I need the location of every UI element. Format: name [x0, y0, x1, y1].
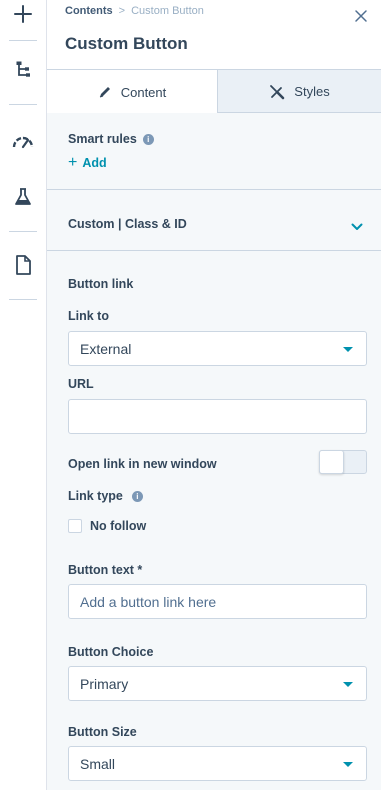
accordion-label: Custom | Class & ID: [68, 217, 187, 231]
add-icon[interactable]: [11, 2, 35, 26]
chevron-down-icon: [351, 218, 363, 236]
smart-rules-label: Smart rules i: [68, 132, 154, 146]
left-rail: [0, 0, 47, 790]
brush-icon: [270, 84, 285, 99]
smart-rules-text: Smart rules: [68, 132, 137, 146]
no-follow-row[interactable]: No follow: [68, 518, 146, 534]
speedometer-icon[interactable]: [11, 129, 35, 153]
rail-divider: [9, 40, 37, 41]
tab-styles[interactable]: Styles: [218, 70, 381, 113]
button-text-label: Button text *: [68, 563, 143, 577]
link-type-text: Link type: [68, 489, 123, 503]
link-type-label: Link type i: [68, 489, 143, 503]
toggle-knob: [319, 450, 344, 474]
open-new-window-label: Open link in new window: [68, 457, 217, 471]
breadcrumb-current: Custom Button: [131, 5, 204, 17]
button-link-heading: Button link: [68, 277, 134, 291]
add-smart-rule-button[interactable]: + Add: [68, 154, 107, 171]
custom-class-id-accordion[interactable]: Custom | Class & ID: [47, 190, 381, 250]
tree-structure-icon[interactable]: [11, 58, 35, 82]
url-label: URL: [68, 377, 94, 391]
section-divider: [47, 250, 381, 251]
breadcrumb-separator: >: [118, 5, 126, 17]
pencil-icon: [99, 87, 110, 98]
button-choice-label: Button Choice: [68, 645, 154, 659]
panel-body: Smart rules i + Add Custom | Class & ID B…: [47, 113, 381, 790]
flask-icon[interactable]: [11, 185, 35, 209]
rail-divider: [9, 231, 37, 232]
add-smart-rule-label: Add: [82, 156, 107, 170]
button-size-label: Button Size: [68, 725, 137, 739]
button-choice-value: Primary: [80, 676, 129, 692]
info-icon[interactable]: i: [131, 491, 143, 502]
tab-content[interactable]: Content: [47, 70, 218, 114]
panel-header: Contents > Custom Button Custom Button: [47, 0, 381, 70]
caret-down-icon: [343, 682, 353, 687]
plus-icon: +: [68, 154, 78, 171]
close-icon[interactable]: [353, 8, 369, 24]
app-root: Contents > Custom Button Custom Button C…: [0, 0, 381, 790]
url-input[interactable]: [68, 399, 367, 434]
breadcrumb: Contents > Custom Button: [65, 4, 204, 18]
link-to-select[interactable]: External: [68, 331, 367, 366]
button-size-select[interactable]: Small: [68, 746, 367, 781]
no-follow-checkbox[interactable]: [68, 519, 82, 533]
tab-bar: Content Styles: [47, 69, 381, 114]
rail-divider: [9, 299, 37, 300]
button-text-input[interactable]: Add a button link here: [68, 584, 367, 619]
link-to-value: External: [80, 341, 132, 357]
page-title: Custom Button: [65, 34, 188, 53]
breadcrumb-parent[interactable]: Contents: [65, 5, 113, 17]
open-new-window-toggle[interactable]: [319, 450, 367, 474]
no-follow-label: No follow: [90, 519, 147, 533]
tab-content-label: Content: [120, 84, 167, 100]
button-text-placeholder: Add a button link here: [80, 594, 217, 610]
caret-down-icon: [343, 347, 353, 352]
caret-down-icon: [343, 762, 353, 767]
tab-styles-label: Styles: [294, 84, 330, 99]
button-size-value: Small: [80, 756, 116, 772]
editor-panel: Contents > Custom Button Custom Button C…: [47, 0, 381, 790]
info-icon[interactable]: i: [142, 134, 154, 145]
rail-divider: [9, 104, 37, 105]
page-icon[interactable]: [11, 253, 35, 277]
button-choice-select[interactable]: Primary: [68, 666, 367, 701]
link-to-label: Link to: [68, 309, 109, 323]
